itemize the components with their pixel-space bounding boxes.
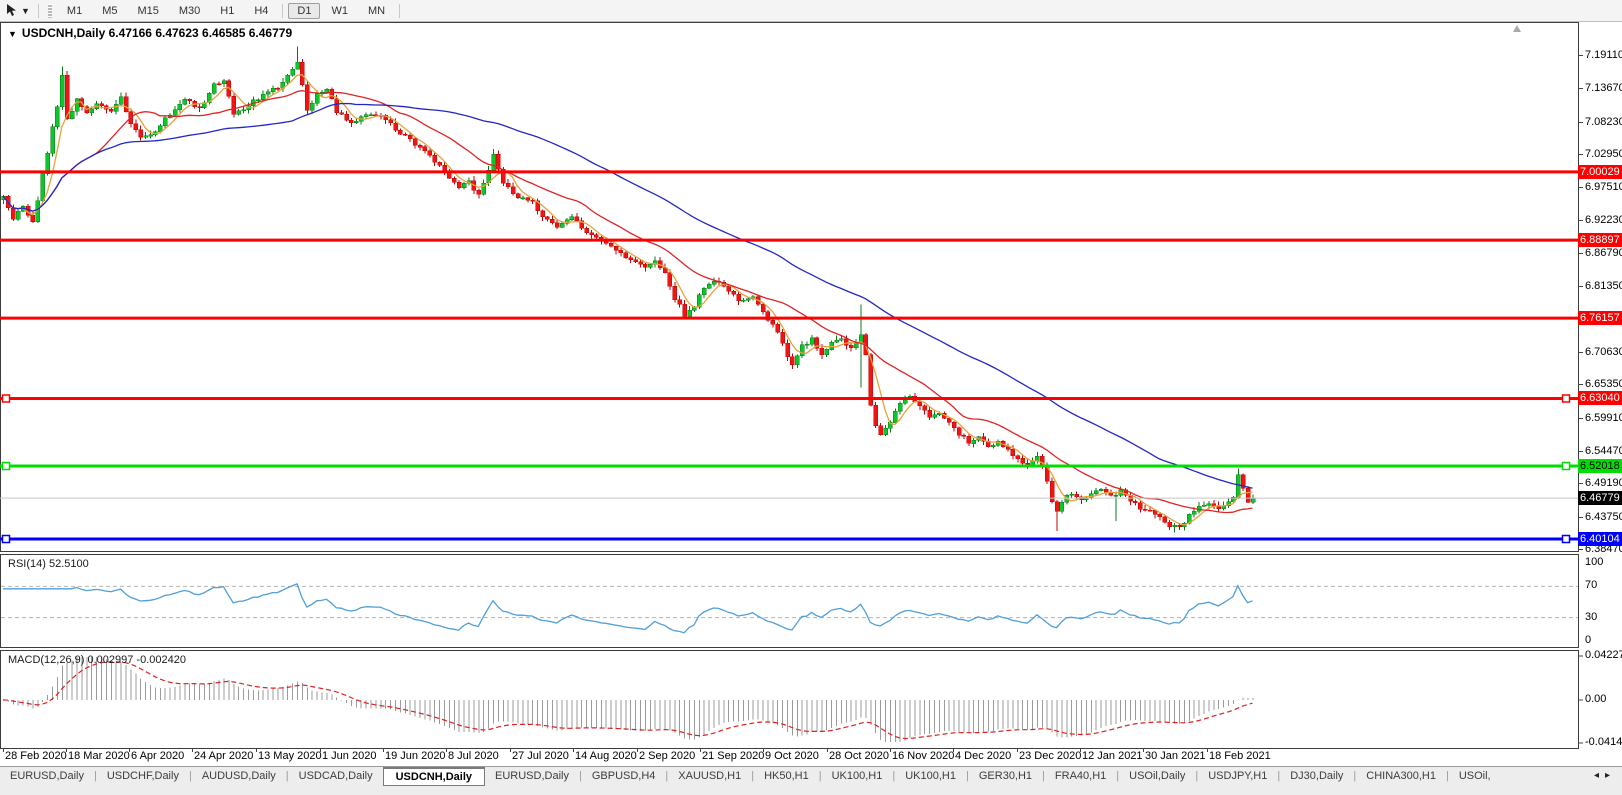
date-tick-label: 27 Jul 2020: [512, 750, 569, 762]
tab-scroll-right-icon[interactable]: ▸: [1605, 770, 1616, 781]
date-tick-label: 8 Jul 2020: [448, 750, 499, 762]
price-tick-label: 6.59910: [1585, 412, 1621, 424]
chart-tab-dj30-daily[interactable]: DJ30,Daily: [1280, 767, 1353, 785]
chart-tab-usdchf-daily[interactable]: USDCHF,Daily: [97, 767, 189, 785]
timeframe-buttons: M1M5M15M30H1H4 D1W1MN: [57, 3, 404, 19]
date-tick-label: 6 Apr 2020: [131, 750, 184, 762]
toolbar-grip[interactable]: [48, 4, 52, 18]
dropdown-caret-icon[interactable]: ▼: [21, 6, 30, 16]
timeframe-button-m30[interactable]: M30: [170, 3, 209, 19]
timeframe-button-m1[interactable]: M1: [58, 3, 91, 19]
chart-tab-audusd-daily[interactable]: AUDUSD,Daily: [192, 767, 286, 785]
price-tick-label: 6.70630: [1585, 346, 1621, 358]
date-tick-label: 30 Jan 2021: [1145, 750, 1206, 762]
chart-tab-usdcad-daily[interactable]: USDCAD,Daily: [289, 767, 383, 785]
timeframe-button-w1[interactable]: W1: [322, 3, 357, 19]
macd-indicator-label: MACD(12,26,9) 0.002997 -0.002420: [8, 654, 186, 666]
price-tick-label: 6.49190: [1585, 477, 1621, 489]
chart-tab-gbpusd-h4[interactable]: GBPUSD,H4: [582, 767, 666, 785]
date-tick-label: 18 Feb 2021: [1209, 750, 1271, 762]
date-tick-label: 1 Jun 2020: [322, 750, 376, 762]
rsi-tick-label: 0: [1585, 634, 1621, 646]
price-tick-label: 6.54470: [1585, 445, 1621, 457]
price-tick-label: 7.08230: [1585, 116, 1621, 128]
chart-tab-usoil-[interactable]: USOil,: [1449, 767, 1501, 785]
toolbar-separator: [282, 4, 283, 18]
hline-price-tag: 7.00029: [1578, 165, 1622, 179]
hline-price-tag: 6.52018: [1578, 459, 1622, 473]
chart-tab-usdcnh-daily[interactable]: USDCNH,Daily: [383, 767, 485, 786]
date-tick-label: 13 May 2020: [258, 750, 322, 762]
chart-tab-uk100-h1[interactable]: UK100,H1: [822, 767, 893, 785]
date-tick-label: 9 Oct 2020: [765, 750, 819, 762]
chart-tab-eurusd-daily[interactable]: EURUSD,Daily: [0, 767, 94, 785]
chart-tab-hk50-h1[interactable]: HK50,H1: [754, 767, 819, 785]
rsi-panel[interactable]: [0, 554, 1579, 648]
chart-tab-eurusd-daily[interactable]: EURUSD,Daily: [485, 767, 579, 785]
timeframe-button-m15[interactable]: M15: [128, 3, 167, 19]
chart-tab-ger30-h1[interactable]: GER30,H1: [969, 767, 1042, 785]
rsi-tick-label: 30: [1585, 611, 1621, 623]
hline-price-tag: 6.76157: [1578, 311, 1622, 325]
toolbar-separator: [38, 4, 39, 18]
price-tick-label: 6.81350: [1585, 280, 1621, 292]
toolbar-separator: [399, 4, 400, 18]
timeframe-button-d1[interactable]: D1: [288, 3, 320, 19]
timeframe-toolbar: ▼ M1M5M15M30H1H4 D1W1MN: [0, 0, 1622, 22]
price-tick-label: 6.97510: [1585, 181, 1621, 193]
rsi-indicator-label: RSI(14) 52.5100: [8, 558, 89, 570]
macd-tick-label: 0.00: [1585, 693, 1622, 705]
price-tick-label: 6.92230: [1585, 214, 1621, 226]
cursor-tool-icon[interactable]: [3, 3, 21, 19]
date-tick-label: 28 Feb 2020: [5, 750, 67, 762]
chart-tabs: EURUSD,Daily|USDCHF,Daily|AUDUSD,Daily|U…: [0, 767, 1592, 786]
price-tick-label: 7.02950: [1585, 148, 1621, 160]
date-tick-label: 16 Nov 2020: [892, 750, 954, 762]
date-tick-label: 14 Aug 2020: [575, 750, 637, 762]
date-tick-label: 23 Dec 2020: [1019, 750, 1081, 762]
main-chart-panel[interactable]: [0, 22, 1579, 552]
date-tick-label: 19 Jun 2020: [385, 750, 446, 762]
chart-tab-xauusd-h1[interactable]: XAUUSD,H1: [668, 767, 751, 785]
current-price-tag: 6.46779: [1578, 491, 1622, 505]
rsi-tick-label: 100: [1585, 556, 1621, 568]
timeframe-button-m5[interactable]: M5: [93, 3, 126, 19]
price-tick-label: 7.13670: [1585, 82, 1621, 94]
price-tick-label: 6.86790: [1585, 247, 1621, 259]
date-tick-label: 12 Jan 2021: [1082, 750, 1143, 762]
date-tick-label: 21 Sep 2020: [702, 750, 764, 762]
hline-price-tag: 6.63040: [1578, 391, 1622, 405]
chart-tab-usdjpy-h1[interactable]: USDJPY,H1: [1198, 767, 1277, 785]
macd-panel[interactable]: [0, 650, 1579, 749]
macd-tick-label: 0.042275: [1585, 649, 1622, 661]
hline-price-tag: 6.40104: [1578, 532, 1622, 546]
date-tick-label: 28 Oct 2020: [829, 750, 889, 762]
price-tick-label: 6.65350: [1585, 378, 1621, 390]
macd-tick-label: -0.04148: [1585, 736, 1622, 748]
date-tick-label: 2 Sep 2020: [639, 750, 695, 762]
date-tick-label: 18 Mar 2020: [68, 750, 130, 762]
hline-price-tag: 6.88897: [1578, 233, 1622, 247]
chart-dropdown-icon[interactable]: ▼: [8, 29, 17, 39]
chart-tab-fra40-h1[interactable]: FRA40,H1: [1045, 767, 1116, 785]
chart-tab-bar: EURUSD,Daily|USDCHF,Daily|AUDUSD,Daily|U…: [0, 766, 1622, 795]
timeframe-button-mn[interactable]: MN: [359, 3, 394, 19]
tab-scroll-arrows: ◂▸: [1592, 767, 1622, 781]
rsi-tick-label: 70: [1585, 579, 1621, 591]
chart-tab-uk100-h1[interactable]: UK100,H1: [895, 767, 966, 785]
date-tick-label: 4 Dec 2020: [955, 750, 1011, 762]
chart-title-text: USDCNH,Daily 6.47166 6.47623 6.46585 6.4…: [22, 26, 292, 40]
chart-title: ▼ USDCNH,Daily 6.47166 6.47623 6.46585 6.…: [8, 26, 292, 40]
chart-tab-usoil-daily[interactable]: USOil,Daily: [1119, 767, 1195, 785]
date-tick-label: 24 Apr 2020: [194, 750, 253, 762]
timeframe-button-h4[interactable]: H4: [245, 3, 277, 19]
timeframe-button-h1[interactable]: H1: [211, 3, 243, 19]
tab-scroll-left-icon[interactable]: ◂: [1594, 770, 1605, 781]
price-tick-label: 6.43750: [1585, 511, 1621, 523]
price-tick-label: 7.19110: [1585, 49, 1621, 61]
chart-tab-china300-h1[interactable]: CHINA300,H1: [1356, 767, 1446, 785]
trading-terminal-window: ▼ M1M5M15M30H1H4 D1W1MN ▼ USDCNH,Daily 6.4…: [0, 0, 1622, 795]
